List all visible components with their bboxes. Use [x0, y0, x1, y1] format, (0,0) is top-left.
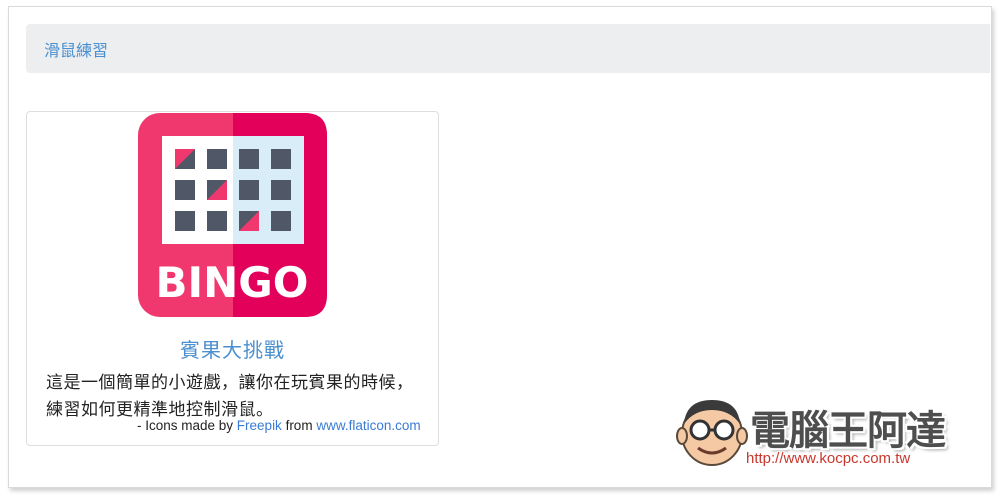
- watermark-url: http://www.kocpc.com.tw: [746, 450, 911, 467]
- card-description: 這是一個簡單的小遊戲，讓你在玩賓果的時候，練習如何更精準地控制滑鼠。: [46, 373, 414, 420]
- bingo-icon[interactable]: BINGO: [138, 113, 327, 317]
- icon-credit: - Icons made by Freepik from www.flatico…: [137, 418, 421, 433]
- bingo-label: BINGO: [156, 258, 309, 307]
- card-title[interactable]: 賓果大挑戰: [27, 334, 438, 363]
- site-watermark: 電腦王阿達 http://www.kocpc.com.tw: [676, 392, 966, 470]
- credit-prefix: - Icons made by: [137, 418, 237, 433]
- section-header: 滑鼠練習: [26, 24, 990, 73]
- freepik-link[interactable]: Freepik: [237, 418, 282, 433]
- watermark-site-name: 電腦王阿達: [750, 408, 946, 454]
- flaticon-link[interactable]: www.flaticon.com: [316, 418, 420, 433]
- game-card[interactable]: BINGO 賓果大挑戰 這是一個簡單的小遊戲，讓你在玩賓果的時候，練習如何更精準…: [26, 111, 439, 446]
- section-title[interactable]: 滑鼠練習: [44, 37, 108, 61]
- credit-middle: from: [281, 418, 317, 433]
- mascot-face-icon: [676, 400, 748, 466]
